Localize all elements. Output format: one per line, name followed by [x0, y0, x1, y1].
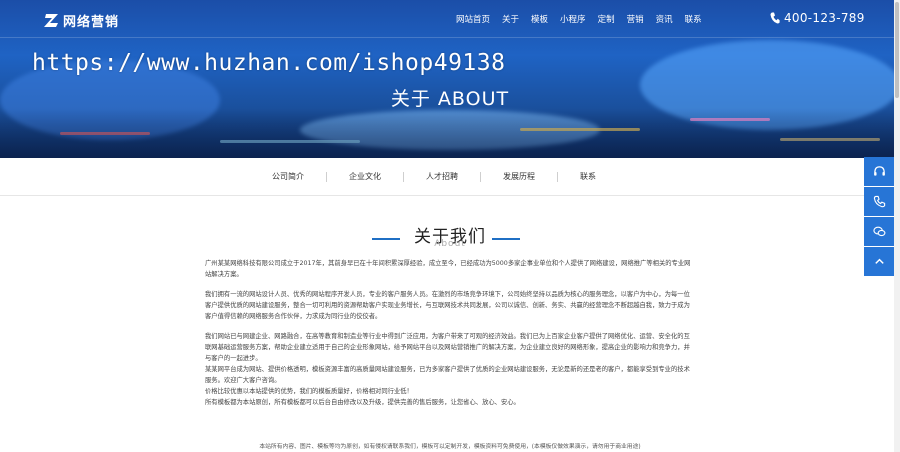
nav-item-news[interactable]: 资讯: [650, 13, 679, 25]
float-wechat-button[interactable]: [864, 217, 894, 246]
float-phone-button[interactable]: [864, 187, 894, 216]
hero-banner: 网络营销 网站首页 关于 模板 小程序 定制 营销 资讯 联系 400-123-…: [0, 0, 900, 158]
chevron-up-icon: [874, 258, 884, 264]
top-navbar: 网络营销 网站首页 关于 模板 小程序 定制 营销 资讯 联系 400-123-…: [0, 0, 900, 38]
main-nav: 网站首页 关于 模板 小程序 定制 营销 资讯 联系: [450, 13, 708, 25]
wechat-icon: [872, 226, 885, 237]
floating-toolbar: [864, 157, 894, 277]
subnav-divider: [557, 171, 558, 182]
subnav-divider: [326, 171, 327, 182]
subnav-item-history[interactable]: 发展历程: [503, 171, 535, 182]
about-paragraph: 广州某某网络科技有限公司成立于2017年，其前身早已在十年间积累深厚经验，成立至…: [205, 260, 691, 278]
nav-item-miniprogram[interactable]: 小程序: [554, 13, 592, 25]
footer-disclaimer: 本站所有内容、图片、模板等均为原创，如有侵权请联系我们，模板可以定制开发，模板资…: [259, 444, 641, 450]
logo-text: 网络营销: [63, 15, 120, 30]
about-content: 广州某某网络科技有限公司成立于2017年，其前身早已在十年间积累深厚经验，成立至…: [205, 258, 695, 408]
banner-title: 关于 ABOUT: [390, 88, 510, 110]
about-paragraph: 价格比较优惠以本站提供的优势，我们的模板质量好，价格相对同行业低！: [205, 388, 413, 395]
nav-item-home[interactable]: 网站首页: [450, 13, 496, 25]
logo-mark-icon: [44, 14, 58, 27]
subnav-divider: [403, 171, 404, 182]
subnav-item-culture[interactable]: 企业文化: [349, 171, 381, 182]
nav-item-contact[interactable]: 联系: [679, 13, 708, 25]
about-paragraph: 某某网平台成为网站、提供价格透明，模板资源丰富的高质量网站建设服务，已为多家客户…: [205, 366, 690, 384]
scrollbar-thumb[interactable]: [895, 2, 899, 98]
nav-item-marketing[interactable]: 营销: [621, 13, 650, 25]
subnav-item-profile[interactable]: 公司简介: [272, 171, 304, 182]
float-back-to-top-button[interactable]: [864, 247, 894, 276]
sub-nav: 公司简介 企业文化 人才招聘 发展历程 联系: [0, 158, 900, 196]
phone-icon: [873, 195, 885, 208]
nav-item-templates[interactable]: 模板: [525, 13, 554, 25]
site-logo[interactable]: 网络营销: [44, 11, 119, 30]
page-root: 网络营销 网站首页 关于 模板 小程序 定制 营销 资讯 联系 400-123-…: [0, 0, 900, 452]
subnav-item-recruit[interactable]: 人才招聘: [426, 171, 458, 182]
subnav-item-contact[interactable]: 联系: [580, 171, 596, 182]
about-paragraph: 所有模板都为本站原创，所有模板都可以后台自由修改以及升级，提供完善的售后服务，让…: [205, 399, 520, 406]
headset-icon: [873, 166, 885, 176]
section-heading: 关于我们 About: [0, 220, 900, 256]
phone-contact[interactable]: 400-123-789: [770, 11, 865, 25]
phone-number: 400-123-789: [784, 11, 865, 25]
about-paragraph: 我们网站已与网建企业、网路融合，在高等教育和制造业等行业中得到广泛应用，为客户带…: [205, 333, 690, 362]
nav-item-custom[interactable]: 定制: [592, 13, 621, 25]
subnav-divider: [480, 171, 481, 182]
watermark-url: https://www.huzhan.com/ishop49138: [32, 50, 506, 76]
nav-item-about[interactable]: 关于: [496, 13, 525, 25]
page-scrollbar[interactable]: [894, 0, 900, 452]
section-subtitle: About: [434, 239, 466, 249]
float-service-button[interactable]: [864, 157, 894, 186]
about-paragraph: 我们拥有一流的网站设计人员、优秀的网站程序开发人员，专业的客户服务人员。在激烈的…: [205, 291, 690, 320]
phone-icon: [770, 12, 780, 24]
